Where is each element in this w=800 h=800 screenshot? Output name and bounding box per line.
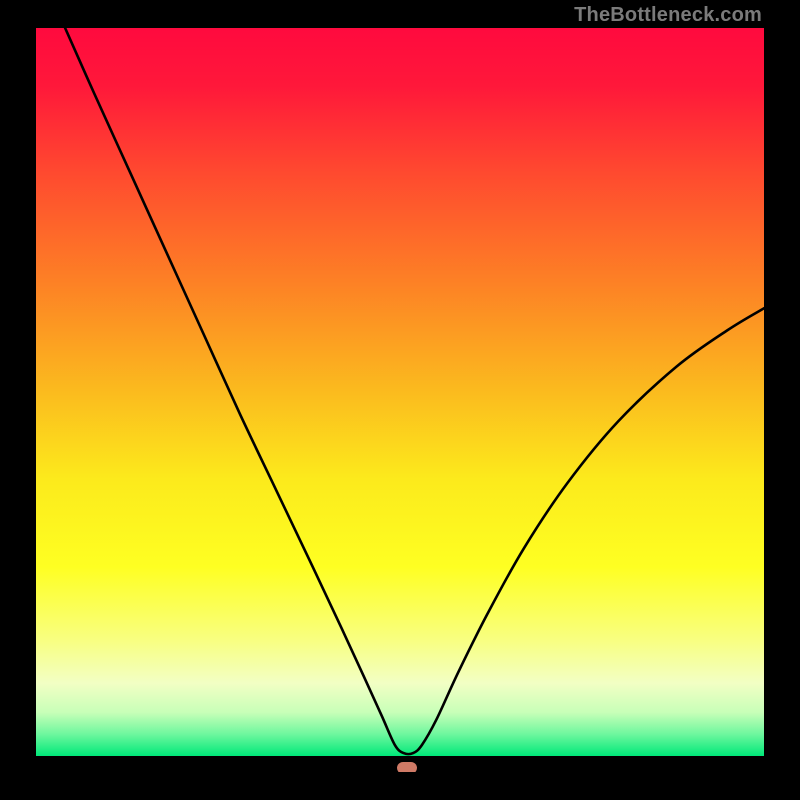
watermark-text: TheBottleneck.com — [574, 4, 762, 27]
plot-area — [36, 28, 764, 772]
chart-stage: TheBottleneck.com — [0, 0, 800, 800]
bottleneck-curve — [36, 28, 764, 756]
optimal-point-marker — [397, 762, 417, 772]
